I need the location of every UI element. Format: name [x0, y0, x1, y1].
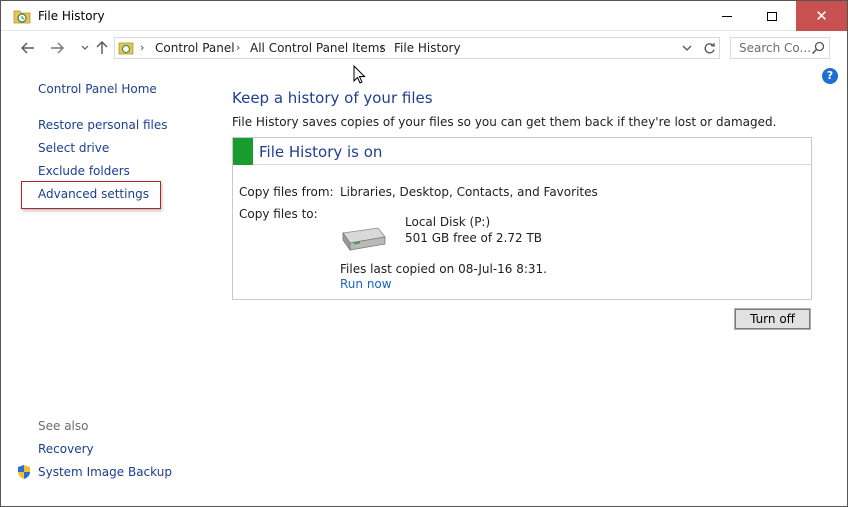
- drive-name: Local Disk (P:): [405, 215, 491, 229]
- status-panel: File History is on Copy files from: Libr…: [232, 137, 812, 300]
- select-drive-link[interactable]: Select drive: [38, 141, 109, 155]
- shield-icon: [18, 465, 30, 479]
- refresh-button[interactable]: [703, 40, 716, 59]
- control-panel-home-link[interactable]: Control Panel Home: [38, 82, 157, 96]
- copy-from-label: Copy files from:: [239, 185, 334, 199]
- search-icon[interactable]: [811, 41, 825, 55]
- arrow-left-icon: [21, 42, 34, 54]
- page-title: Keep a history of your files: [232, 89, 433, 107]
- mouse-cursor-icon: [353, 65, 366, 84]
- breadcrumb-control-panel[interactable]: Control Panel: [155, 41, 235, 55]
- drive-free-space: 501 GB free of 2.72 TB: [405, 231, 543, 245]
- search-placeholder: Search Co...: [739, 41, 811, 55]
- copy-from-value: Libraries, Desktop, Contacts, and Favori…: [340, 185, 598, 199]
- breadcrumb-file-history[interactable]: File History: [394, 41, 461, 55]
- minimize-icon: [721, 15, 732, 17]
- forward-button[interactable]: [47, 38, 67, 58]
- file-history-icon: [13, 10, 31, 24]
- breadcrumb-separator-icon: ›: [140, 41, 145, 54]
- status-header: File History is on: [233, 138, 811, 165]
- recovery-link[interactable]: Recovery: [38, 442, 94, 456]
- address-dropdown-button[interactable]: [682, 41, 692, 55]
- back-button[interactable]: [18, 38, 38, 58]
- chevron-down-icon: [81, 45, 89, 50]
- minimize-button[interactable]: [704, 1, 749, 31]
- maximize-button[interactable]: [749, 1, 794, 31]
- control-panel-icon: [118, 42, 134, 55]
- run-now-link[interactable]: Run now: [340, 277, 392, 291]
- status-indicator: [233, 138, 253, 165]
- status-title: File History is on: [259, 143, 383, 161]
- chevron-down-icon: [682, 45, 692, 51]
- last-copied-text: Files last copied on 08-Jul-16 8:31.: [340, 262, 547, 276]
- search-input[interactable]: Search Co...: [730, 37, 830, 59]
- arrow-right-icon: [51, 42, 64, 54]
- restore-personal-files-link[interactable]: Restore personal files: [38, 118, 168, 132]
- exclude-folders-link[interactable]: Exclude folders: [38, 164, 130, 178]
- navigation-bar: › Control Panel › All Control Panel Item…: [1, 32, 847, 64]
- refresh-icon: [704, 43, 715, 54]
- maximize-icon: [766, 11, 777, 21]
- window-title: File History: [38, 9, 105, 23]
- system-image-backup-link[interactable]: System Image Backup: [38, 465, 172, 479]
- help-icon[interactable]: ?: [822, 68, 838, 84]
- hard-drive-icon: [342, 227, 386, 252]
- close-button[interactable]: ✕: [796, 1, 847, 31]
- breadcrumb-all-items[interactable]: All Control Panel Items: [250, 41, 386, 55]
- file-history-window: File History ✕ › Control Panel › All Con…: [0, 0, 848, 507]
- copy-to-label: Copy files to:: [239, 207, 318, 221]
- address-bar[interactable]: › Control Panel › All Control Panel Item…: [114, 37, 720, 59]
- title-bar[interactable]: File History ✕: [1, 1, 847, 31]
- highlight-annotation: [21, 181, 161, 209]
- breadcrumb-separator-icon: ›: [236, 41, 241, 54]
- close-icon: ✕: [815, 6, 828, 25]
- turn-off-button[interactable]: Turn off: [734, 308, 811, 330]
- arrow-up-icon: [96, 41, 108, 54]
- see-also-heading: See also: [38, 419, 89, 433]
- breadcrumb-separator-icon: ›: [380, 41, 385, 54]
- up-button[interactable]: [92, 38, 112, 58]
- page-description: File History saves copies of your files …: [232, 115, 777, 129]
